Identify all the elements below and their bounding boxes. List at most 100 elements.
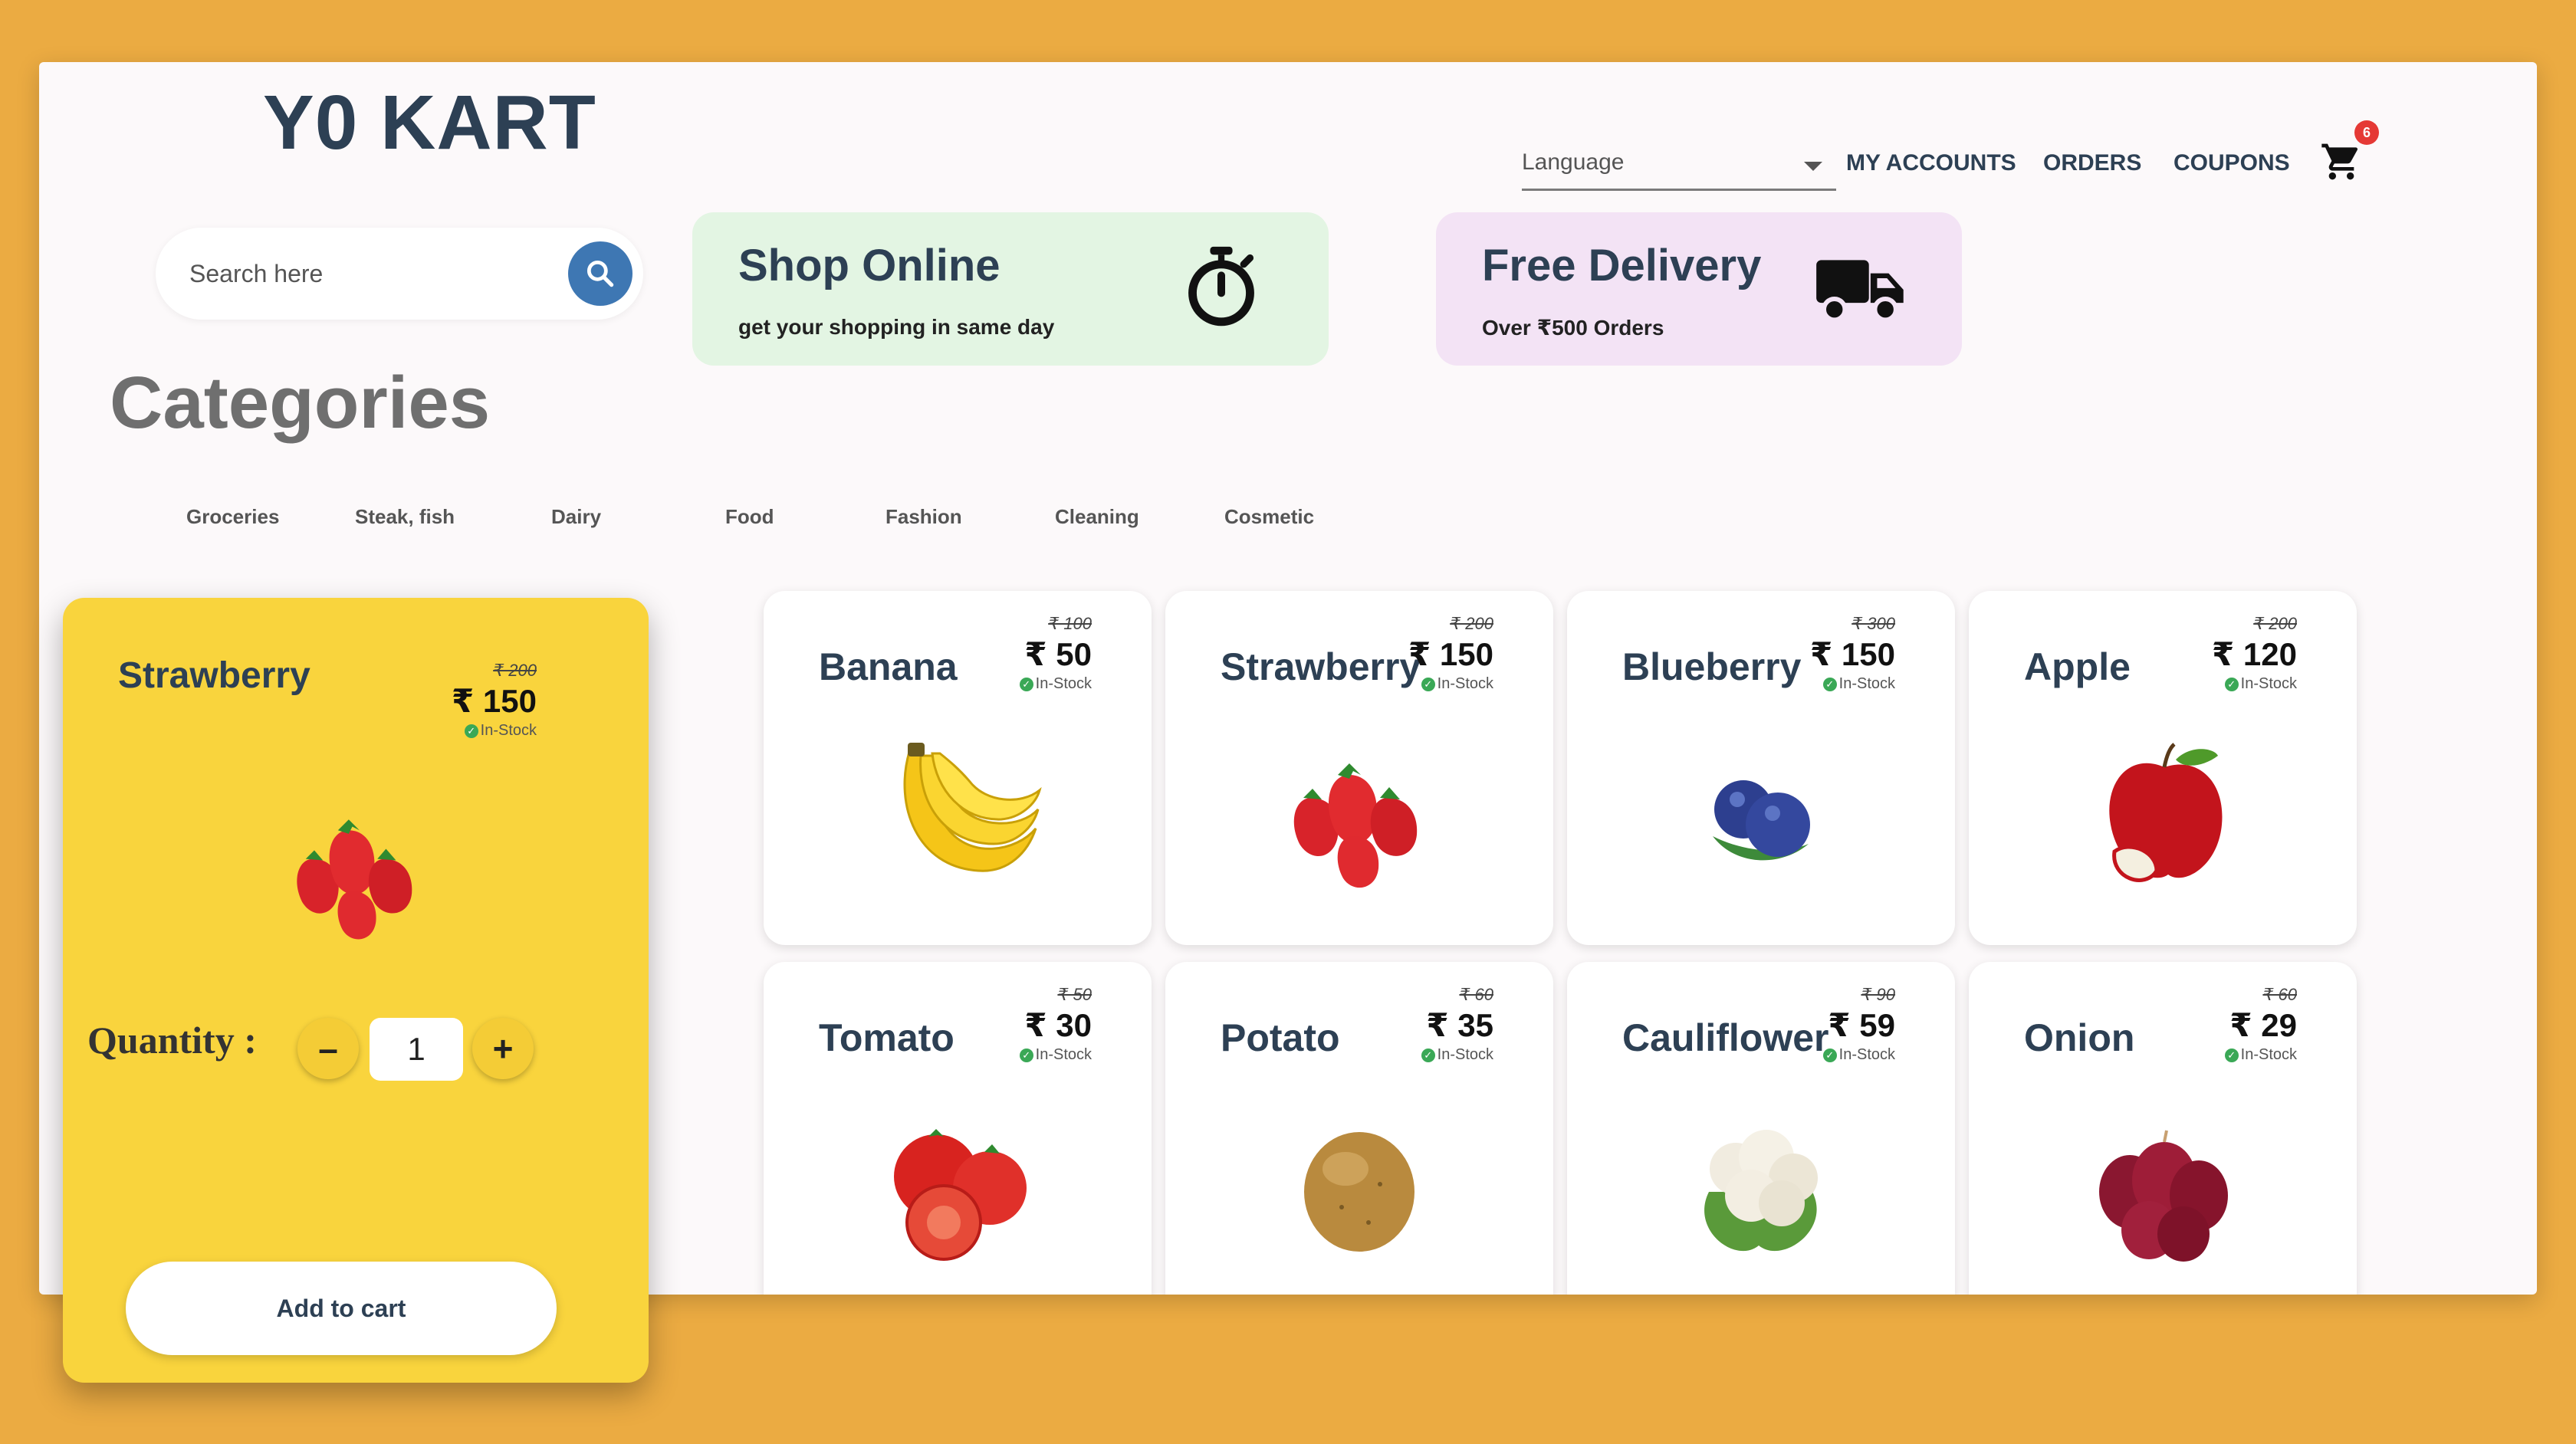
- increment-button[interactable]: +: [472, 1018, 534, 1079]
- language-label: Language: [1522, 149, 1625, 175]
- product-name: Apple: [2024, 645, 2131, 688]
- stock-label: In-Stock: [1035, 1046, 1092, 1063]
- stock-label: In-Stock: [1838, 675, 1895, 692]
- nav-my-accounts[interactable]: MY ACCOUNTS: [1846, 136, 2016, 191]
- stock-label: In-Stock: [1035, 675, 1092, 692]
- blueberry-image: [1713, 780, 1810, 861]
- product-card-banana[interactable]: Banana ₹ 100 ₹ 50 ✓ In-Stock: [764, 591, 1152, 945]
- product-card-onion[interactable]: Onion ₹ 60 ₹ 29 ✓ In-Stock: [1969, 962, 2357, 1295]
- category-cosmetic[interactable]: Cosmetic: [1224, 505, 1314, 529]
- promo-title: Free Delivery: [1482, 241, 1762, 290]
- search-button[interactable]: [568, 241, 632, 306]
- detail-stock-status: ✓ In-Stock: [464, 722, 537, 740]
- cart-button[interactable]: 6: [2320, 119, 2389, 188]
- language-select[interactable]: Language: [1522, 136, 1836, 191]
- promo-shop-online[interactable]: Shop Online get your shopping in same da…: [692, 212, 1329, 366]
- product-name: Potato: [1221, 1016, 1340, 1059]
- brand-logo[interactable]: Y0 KART: [263, 79, 596, 167]
- category-dairy[interactable]: Dairy: [551, 505, 601, 529]
- product-name: Onion: [2024, 1016, 2135, 1059]
- product-old-price: ₹ 100: [1048, 614, 1092, 633]
- onion-image: [2099, 1130, 2228, 1262]
- promo-subtitle: get your shopping in same day: [738, 315, 1055, 339]
- truck-icon: [1816, 260, 1904, 323]
- promo-subtitle: Over ₹500 Orders: [1482, 316, 1664, 340]
- product-old-price: ₹ 60: [2262, 985, 2297, 1004]
- quantity-value[interactable]: 1: [370, 1018, 463, 1081]
- stock-label: In-Stock: [1838, 1046, 1895, 1063]
- stock-label: In-Stock: [2240, 675, 2297, 692]
- product-old-price: ₹ 200: [2253, 614, 2297, 633]
- detail-price: ₹ 150: [452, 683, 537, 719]
- stock-status: ✓ In-Stock: [1822, 675, 1895, 693]
- product-card-cauliflower[interactable]: Cauliflower ₹ 90 ₹ 59 ✓ In-Stock: [1567, 962, 1955, 1295]
- stock-status: ✓ In-Stock: [1019, 1046, 1092, 1064]
- stock-label: In-Stock: [2240, 1046, 2297, 1063]
- stock-status: ✓ In-Stock: [2224, 675, 2297, 693]
- check-icon: ✓: [1019, 677, 1033, 691]
- category-groceries[interactable]: Groceries: [186, 505, 279, 529]
- stock-label: In-Stock: [480, 722, 537, 739]
- check-icon: ✓: [464, 724, 478, 738]
- product-price: ₹ 50: [1024, 636, 1092, 672]
- product-card-potato[interactable]: Potato ₹ 60 ₹ 35 ✓ In-Stock: [1165, 962, 1553, 1295]
- promo-free-delivery[interactable]: Free Delivery Over ₹500 Orders: [1436, 212, 1962, 366]
- search-input[interactable]: [189, 251, 527, 297]
- product-price: ₹ 30: [1024, 1007, 1092, 1043]
- detail-product-name: Strawberry: [118, 655, 310, 696]
- product-price: ₹ 29: [2229, 1007, 2297, 1043]
- category-food[interactable]: Food: [725, 505, 774, 529]
- product-price: ₹ 120: [2212, 636, 2297, 672]
- stock-status: ✓ In-Stock: [1019, 675, 1092, 693]
- stock-label: In-Stock: [1437, 675, 1493, 692]
- check-icon: ✓: [1822, 1048, 1837, 1062]
- product-card-tomato[interactable]: Tomato ₹ 50 ₹ 30 ✓ In-Stock: [764, 962, 1152, 1295]
- tomato-image: [894, 1129, 1027, 1261]
- search-icon: [586, 260, 614, 287]
- product-name: Blueberry: [1622, 645, 1802, 688]
- product-name: Banana: [819, 645, 958, 688]
- check-icon: ✓: [1822, 677, 1837, 691]
- cauliflower-image: [1704, 1130, 1818, 1252]
- decrement-button[interactable]: –: [297, 1018, 359, 1079]
- banana-image: [903, 743, 1042, 872]
- product-price: ₹ 150: [1408, 636, 1493, 672]
- check-icon: ✓: [1019, 1048, 1033, 1062]
- product-old-price: ₹ 60: [1459, 985, 1493, 1004]
- product-name: Tomato: [819, 1016, 955, 1059]
- product-detail-panel: Strawberry ₹ 200 ₹ 150 ✓ In-Stock Quantit…: [63, 598, 649, 1383]
- stock-status: ✓ In-Stock: [1421, 675, 1493, 693]
- chevron-down-icon: [1804, 162, 1822, 171]
- product-old-price: ₹ 300: [1852, 614, 1895, 633]
- product-old-price: ₹ 200: [1450, 614, 1493, 633]
- promo-title: Shop Online: [738, 241, 1001, 290]
- product-old-price: ₹ 50: [1057, 985, 1092, 1004]
- stock-status: ✓ In-Stock: [2224, 1046, 2297, 1064]
- product-price: ₹ 35: [1426, 1007, 1493, 1043]
- add-to-cart-button[interactable]: Add to cart: [126, 1262, 557, 1355]
- check-icon: ✓: [2224, 1048, 2239, 1062]
- nav-coupons[interactable]: COUPONS: [2174, 136, 2290, 191]
- nav-orders[interactable]: ORDERS: [2043, 136, 2141, 191]
- product-card-apple[interactable]: Apple ₹ 200 ₹ 120 ✓ In-Stock: [1969, 591, 2357, 945]
- product-price: ₹ 59: [1828, 1007, 1895, 1043]
- strawberry-image: [1293, 763, 1418, 888]
- apple-image: [2109, 743, 2223, 882]
- cart-count-badge: 6: [2354, 120, 2379, 145]
- check-icon: ✓: [1421, 1048, 1435, 1062]
- strawberry-image: [297, 819, 412, 940]
- product-card-strawberry[interactable]: Strawberry ₹ 200 ₹ 150 ✓ In-Stock: [1165, 591, 1553, 945]
- stopwatch-icon: [1188, 246, 1254, 327]
- categories-heading: Categories: [110, 362, 491, 444]
- category-fashion[interactable]: Fashion: [886, 505, 962, 529]
- category-cleaning[interactable]: Cleaning: [1055, 505, 1139, 529]
- product-card-blueberry[interactable]: Blueberry ₹ 300 ₹ 150 ✓ In-Stock: [1567, 591, 1955, 945]
- detail-old-price: ₹ 200: [493, 661, 537, 680]
- stock-status: ✓ In-Stock: [1421, 1046, 1493, 1064]
- product-name: Strawberry: [1221, 645, 1421, 688]
- quantity-label: Quantity :: [87, 1019, 257, 1062]
- category-steak-fish[interactable]: Steak, fish: [355, 505, 455, 529]
- check-icon: ✓: [1421, 677, 1435, 691]
- check-icon: ✓: [2224, 677, 2239, 691]
- product-price: ₹ 150: [1810, 636, 1895, 672]
